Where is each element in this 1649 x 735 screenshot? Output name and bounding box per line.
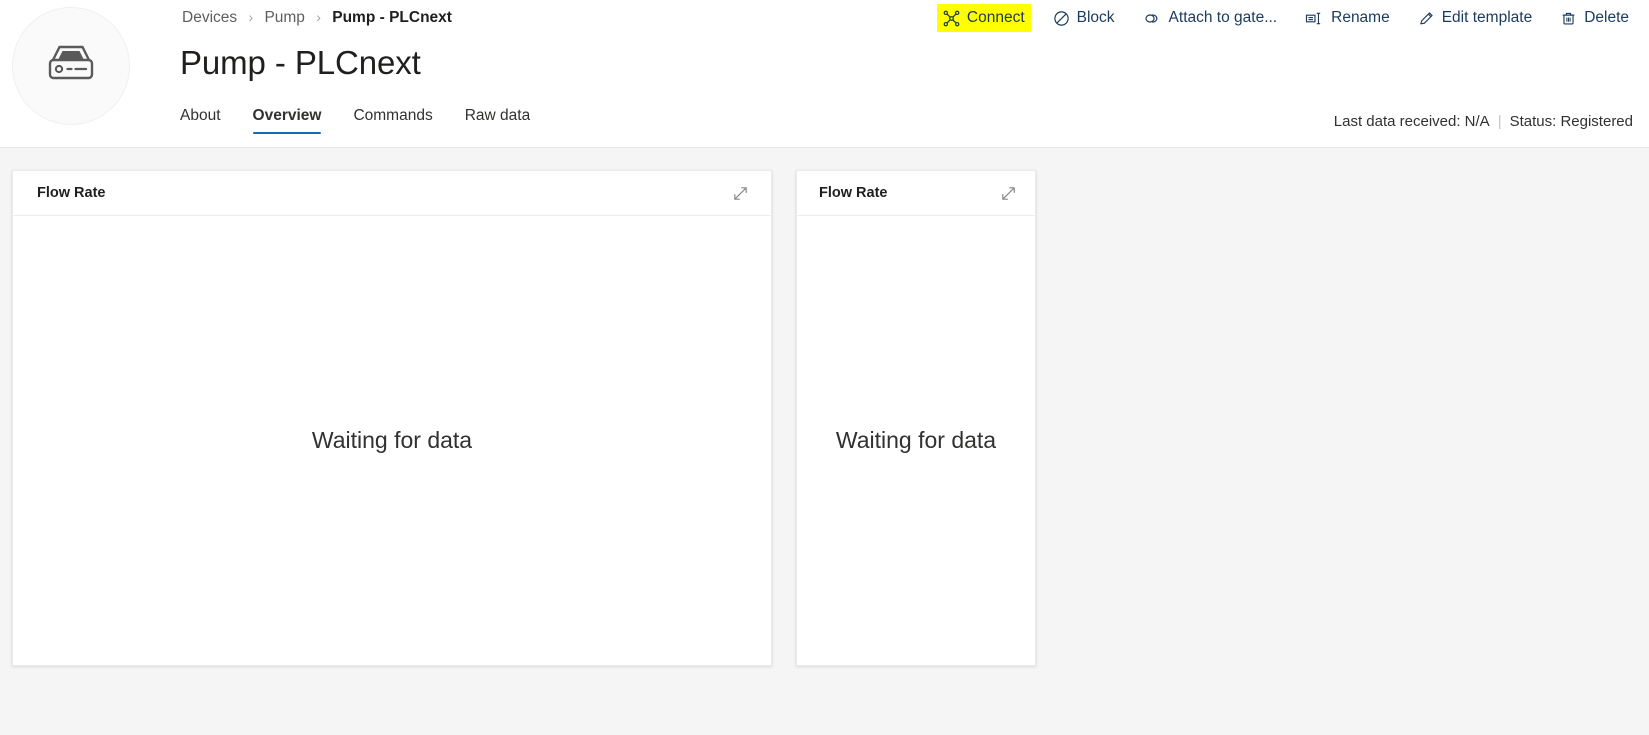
widget-card-flow-rate-2: Flow Rate Waiting for data bbox=[796, 170, 1036, 666]
tab-bar: About Overview Commands Raw data bbox=[180, 96, 562, 134]
block-button[interactable]: Block bbox=[1047, 4, 1121, 32]
rename-icon bbox=[1305, 10, 1324, 27]
last-data-received-text: Last data received: N/A bbox=[1333, 113, 1490, 130]
widget-card-flow-rate-1: Flow Rate Waiting for data bbox=[12, 170, 772, 666]
rename-button[interactable]: Rename bbox=[1299, 4, 1396, 32]
trash-icon bbox=[1560, 10, 1577, 27]
card-header: Flow Rate bbox=[13, 171, 771, 216]
page-title: Pump - PLCnext bbox=[180, 44, 421, 81]
expand-diagonal-icon[interactable] bbox=[995, 180, 1021, 206]
card-body: Waiting for data bbox=[13, 216, 771, 665]
breadcrumb-item-current: Pump - PLCnext bbox=[332, 9, 452, 26]
edit-template-label: Edit template bbox=[1441, 9, 1533, 26]
breadcrumb-item-pump[interactable]: Pump bbox=[264, 9, 305, 26]
breadcrumb-item-devices[interactable]: Devices bbox=[182, 9, 237, 26]
status-divider: | bbox=[1497, 113, 1502, 130]
card-body: Waiting for data bbox=[797, 216, 1035, 665]
dashboard-area: Flow Rate Waiting for data Flow Rate Wai… bbox=[0, 148, 1649, 735]
breadcrumb: Devices › Pump › Pump - PLCnext bbox=[182, 6, 452, 29]
card-header: Flow Rate bbox=[797, 171, 1035, 216]
waiting-for-data-text: Waiting for data bbox=[311, 427, 473, 453]
delete-button-label: Delete bbox=[1584, 9, 1629, 26]
page-header: Devices › Pump › Pump - PLCnext Pump - P… bbox=[0, 0, 1649, 148]
connect-button[interactable]: Connect bbox=[936, 4, 1031, 32]
edit-template-button[interactable]: Edit template bbox=[1412, 4, 1538, 32]
card-title: Flow Rate bbox=[37, 185, 106, 201]
block-icon bbox=[1053, 10, 1070, 27]
connect-hub-icon bbox=[943, 10, 960, 27]
tab-about[interactable]: About bbox=[180, 107, 221, 134]
card-title: Flow Rate bbox=[819, 185, 888, 201]
breadcrumb-separator-2: › bbox=[316, 9, 321, 25]
attach-to-gateway-label: Attach to gate... bbox=[1168, 9, 1278, 26]
tab-commands[interactable]: Commands bbox=[353, 107, 432, 134]
attach-to-gateway-button[interactable]: Attach to gate... bbox=[1137, 4, 1284, 32]
breadcrumb-separator-1: › bbox=[248, 9, 254, 25]
delete-button[interactable]: Delete bbox=[1554, 4, 1635, 32]
waiting-for-data-text: Waiting for data bbox=[835, 427, 997, 453]
link-icon bbox=[1143, 10, 1162, 27]
tab-raw-data[interactable]: Raw data bbox=[465, 107, 530, 134]
pencil-icon bbox=[1418, 10, 1435, 27]
block-button-label: Block bbox=[1076, 9, 1115, 26]
status-bar: Last data received: N/A | Status: Regist… bbox=[1334, 113, 1633, 130]
rename-button-label: Rename bbox=[1331, 9, 1390, 26]
tab-overview[interactable]: Overview bbox=[252, 107, 321, 134]
device-icon bbox=[41, 43, 101, 89]
connect-button-label: Connect bbox=[966, 9, 1025, 26]
status-badge: Status: Registered bbox=[1509, 113, 1633, 130]
command-toolbar: Connect Block Attach to gate... Rename E… bbox=[936, 4, 1635, 32]
expand-diagonal-icon[interactable] bbox=[727, 180, 753, 206]
device-avatar bbox=[12, 7, 130, 125]
